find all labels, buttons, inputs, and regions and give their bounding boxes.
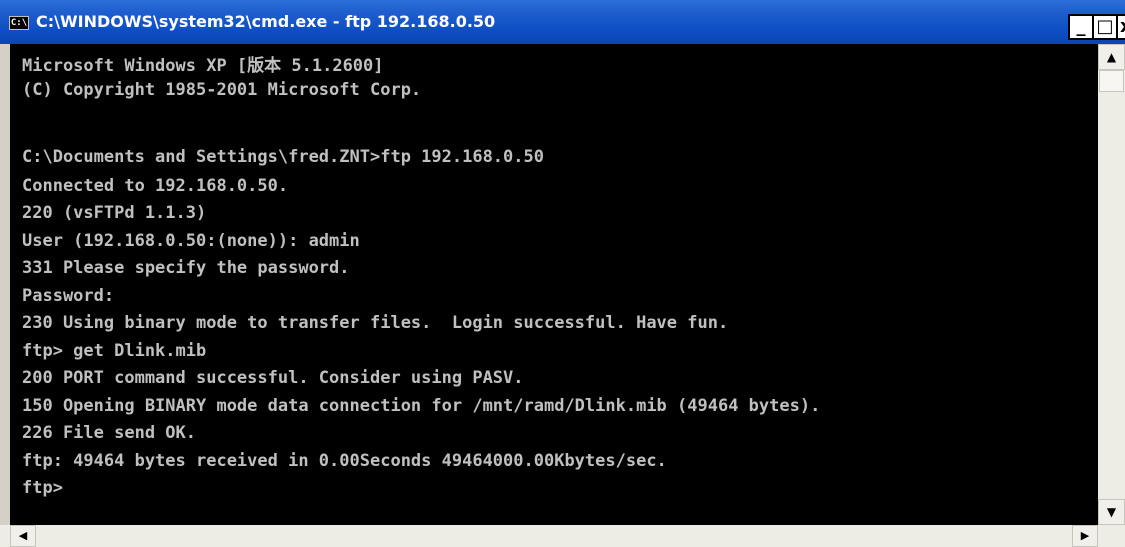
minimize-button[interactable]: _ (1068, 14, 1094, 40)
console-line: 150 Opening BINARY mode data connection … (22, 396, 821, 416)
console-line: 331 Please specify the password. (22, 258, 350, 278)
console-line: (C) Copyright 1985-2001 Microsoft Corp. (22, 80, 422, 100)
window-title: C:\WINDOWS\system32\cmd.exe - ftp 192.16… (36, 12, 496, 31)
console-line: C:\Documents and Settings\fred.ZNT>ftp 1… (22, 147, 544, 167)
title-bar[interactable]: C:\ C:\WINDOWS\system32\cmd.exe - ftp 19… (0, 0, 1125, 44)
scroll-up-arrow-icon[interactable]: ▲ (1098, 44, 1125, 70)
console-line: ftp: 49464 bytes received in 0.00Seconds… (22, 451, 667, 471)
console-line: Connected to 192.168.0.50. (22, 176, 289, 196)
console-line: 230 Using binary mode to transfer files.… (22, 313, 729, 333)
console-line: User (192.168.0.50:(none)): admin (22, 231, 360, 251)
console-line: ftp> get Dlink.mib (22, 341, 207, 361)
scroll-right-arrow-icon[interactable]: ▶ (1072, 525, 1098, 547)
console-line: 200 PORT command successful. Consider us… (22, 368, 524, 388)
scroll-left-arrow-icon[interactable]: ◀ (10, 525, 36, 547)
console-line: 226 File send OK. (22, 423, 196, 443)
console-output[interactable]: Microsoft Windows XP [版本 5.1.2600] (C) C… (0, 44, 1098, 525)
scroll-down-arrow-icon[interactable]: ▼ (1098, 499, 1125, 525)
maximize-button[interactable]: □ (1092, 14, 1118, 40)
console-line: Microsoft Windows XP [版本 5.1.2600] (22, 56, 384, 76)
vertical-scroll-thumb[interactable] (1099, 70, 1124, 92)
vertical-scrollbar[interactable]: ▲ ▼ (1098, 44, 1125, 525)
horizontal-scrollbar[interactable]: ◀ ▶ (0, 525, 1125, 547)
console-line: 220 (vsFTPd 1.1.3) (22, 203, 207, 223)
console-line: ftp> (22, 478, 63, 498)
cmd-window: C:\ C:\WINDOWS\system32\cmd.exe - ftp 19… (0, 0, 1125, 547)
close-button[interactable]: x (1116, 14, 1125, 40)
console-line: Password: (22, 286, 115, 306)
cmd-window-icon[interactable]: C:\ (9, 16, 29, 30)
